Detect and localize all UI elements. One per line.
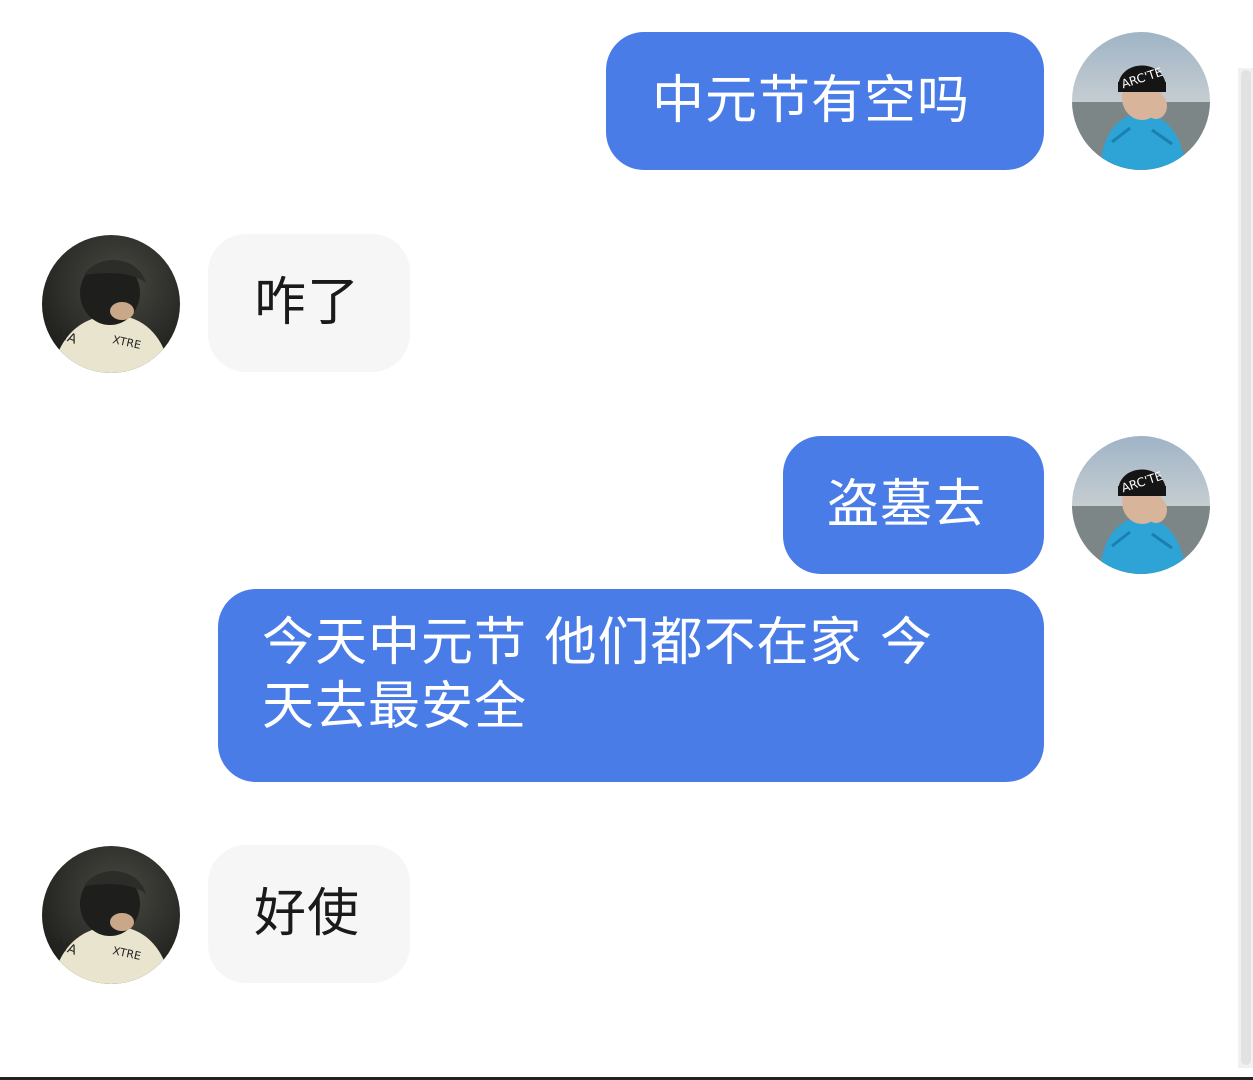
message-text: 盗墓去 (827, 475, 987, 535)
message-text: 中元节有空吗 (652, 71, 971, 131)
chat-conversation: 中元节有空吗 ARC'TE MA XTRE 咋了 盗墓去 ARC'TE 今天中元… (0, 0, 1253, 1080)
contact-avatar[interactable]: MA XTRE (42, 235, 180, 373)
message-bubble-outgoing[interactable]: 今天中元节 他们都不在家 今 天去最安全 (218, 589, 1044, 782)
message-text-line-2: 天去最安全 (262, 677, 528, 737)
message-bubble-incoming[interactable]: 咋了 (208, 234, 410, 372)
my-avatar[interactable]: ARC'TE (1072, 32, 1210, 170)
message-text: 好使 (254, 884, 361, 944)
message-text: 咋了 (254, 273, 361, 333)
message-bubble-incoming[interactable]: 好使 (208, 845, 410, 983)
my-avatar[interactable]: ARC'TE (1072, 436, 1210, 574)
scrollbar-thumb[interactable] (1241, 70, 1251, 1065)
contact-avatar[interactable]: MA XTRE (42, 846, 180, 984)
message-bubble-outgoing[interactable]: 盗墓去 (783, 436, 1044, 574)
message-bubble-outgoing[interactable]: 中元节有空吗 (606, 32, 1044, 170)
message-text-line-1: 今天中元节 他们都不在家 今 (262, 613, 934, 673)
